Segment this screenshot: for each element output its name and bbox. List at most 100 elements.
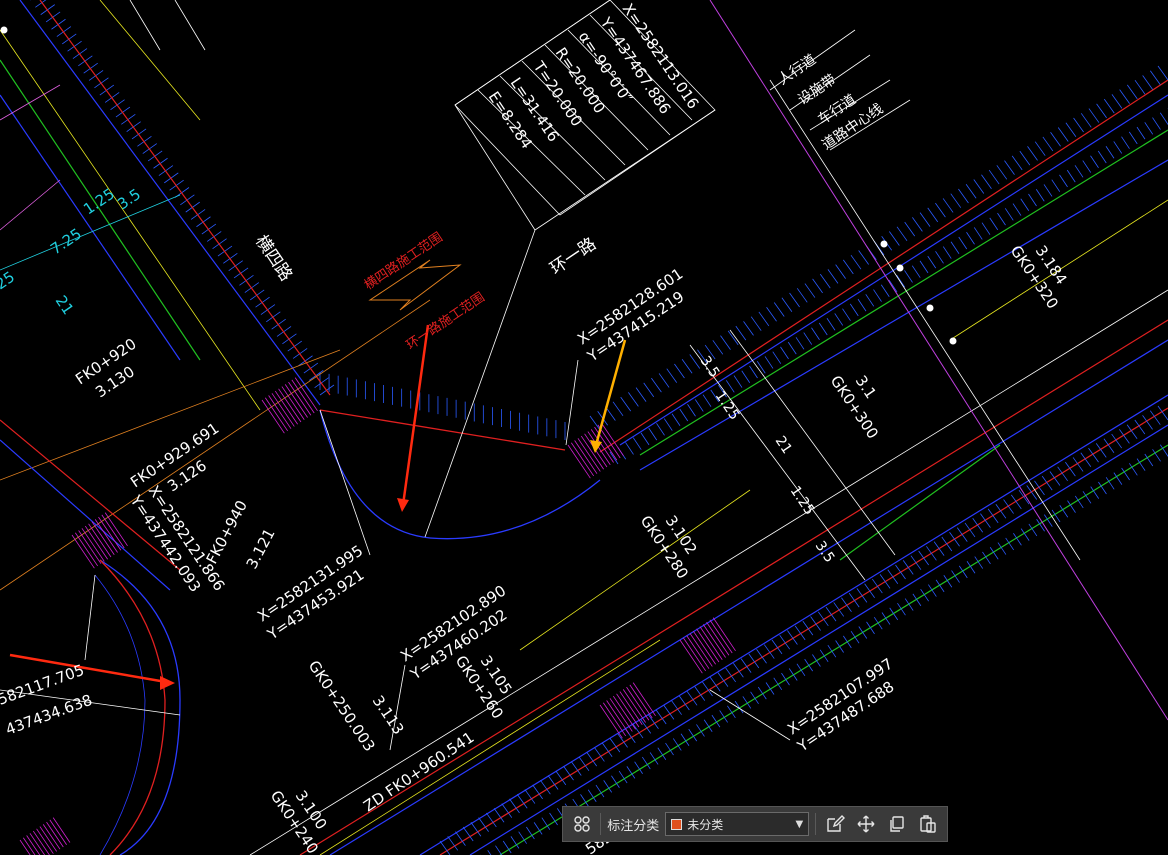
hatch-line [1134, 79, 1146, 95]
scope-label-1: 横四路施工范围 [361, 229, 445, 293]
hatch-line [1065, 461, 1076, 477]
hatch-line [1059, 174, 1068, 188]
hatch-line [842, 259, 854, 275]
hatch-line [802, 620, 814, 636]
copy-icon[interactable] [885, 811, 910, 837]
hatch-line [841, 597, 852, 613]
hatch-line [648, 427, 658, 441]
hatch-line [889, 607, 899, 621]
hatch-line [804, 658, 814, 672]
paste-icon[interactable] [916, 811, 941, 837]
hatch-line [804, 283, 816, 298]
hatch-line [958, 236, 968, 250]
crosswalk-patch [71, 512, 128, 569]
hatch-line [1072, 457, 1084, 472]
hatch-line [795, 337, 805, 350]
hatch-line [1065, 122, 1077, 137]
hatch-line [842, 635, 852, 649]
hatch-line [663, 418, 673, 431]
hatch-line [997, 212, 1006, 226]
hatch-line [918, 550, 929, 566]
hatch-line [674, 363, 685, 379]
move-icon[interactable] [853, 811, 878, 837]
hatch-line [1111, 94, 1123, 109]
hatch-line [766, 306, 777, 322]
hatch-line [439, 840, 451, 855]
hatch-line [455, 831, 466, 846]
hatch-line [756, 648, 767, 664]
hatch-line [864, 583, 875, 598]
scope-label-2: 环一路施工范围 [403, 289, 487, 353]
hatch-line [835, 264, 846, 279]
hatch-line [912, 593, 922, 607]
hatch-line [1073, 117, 1084, 133]
hatch-line [1003, 499, 1014, 514]
hatch-line [640, 432, 650, 446]
hatch-line [850, 254, 862, 270]
cad-drawing-canvas[interactable]: X=2582113.016 Y=437467.886 α=-90°0′0″ R=… [0, 0, 1168, 855]
hatch-line [1144, 122, 1154, 135]
hatch-line [787, 341, 797, 355]
hatch-line [873, 289, 882, 302]
hatch-line [912, 217, 923, 232]
hatch-line [995, 503, 1007, 519]
hatch-line [897, 602, 906, 616]
hatch-line [904, 598, 914, 611]
hatch-line [950, 193, 962, 208]
hatch-line [1011, 155, 1023, 171]
dim-side-1-25b: 1.25 [787, 483, 818, 518]
category-select[interactable]: 未分类 ▼ [665, 812, 810, 836]
crosswalk-patch [599, 682, 656, 739]
hatch-line [949, 532, 960, 547]
hatch-line [981, 222, 991, 235]
hatch-line [1051, 179, 1061, 192]
hatch-line [679, 408, 689, 422]
hatch-line [750, 691, 759, 705]
hatch-line [788, 668, 798, 681]
hatch-line [817, 611, 829, 627]
hatch-line [1090, 155, 1099, 168]
hatch-line [879, 574, 891, 589]
hatch-line [1057, 466, 1068, 482]
dim-side-1-25: 1.25 [712, 388, 743, 423]
dim-side-3-5: 3.5 [697, 353, 723, 380]
hatch-line [810, 616, 821, 631]
hatch-line [1066, 169, 1076, 183]
toolbar-divider [600, 813, 602, 835]
hatch-line [896, 226, 908, 242]
hatch-line [927, 255, 937, 269]
hatch-line [1020, 198, 1030, 211]
hatch-line [756, 361, 766, 374]
hatch-line [656, 423, 665, 436]
road-name-right: 环一路 [547, 234, 600, 279]
hatch-line [694, 399, 704, 412]
hatch-line [743, 321, 754, 336]
hatch-line [865, 294, 875, 307]
hatch-line [666, 368, 678, 383]
hatch-line [1088, 108, 1100, 123]
hatch-line [895, 564, 906, 580]
hatch-line [510, 836, 520, 849]
hatch-line [763, 644, 775, 659]
hatch-line [919, 260, 929, 274]
hatch-line [904, 270, 913, 283]
hatch-line [750, 316, 762, 331]
grid-icon[interactable] [569, 811, 594, 837]
dim-side-21: 21 [772, 433, 795, 457]
hatch-line [635, 387, 647, 402]
hatch-line [748, 653, 760, 669]
crosswalk-patch [679, 617, 736, 674]
hatch-line [872, 578, 883, 594]
hatch-line [796, 288, 808, 303]
hatch-line [757, 686, 767, 700]
hatch-line [910, 555, 922, 570]
edit-icon[interactable] [822, 811, 847, 837]
hatch-line [487, 850, 492, 855]
hatch-line [811, 327, 820, 340]
hatch-line [1074, 165, 1084, 178]
category-color-swatch [671, 818, 683, 830]
hatch-line [812, 654, 821, 667]
hatch-line [1103, 98, 1115, 114]
hatch-line [1113, 141, 1123, 154]
hatch-line [681, 359, 693, 374]
